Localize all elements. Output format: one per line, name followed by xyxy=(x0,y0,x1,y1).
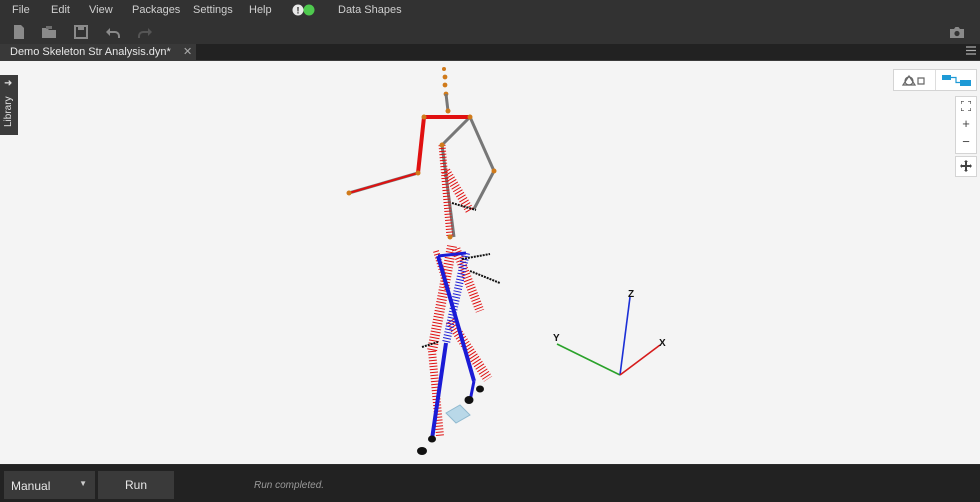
tab-bar: Demo Skeleton Str Analysis.dyn* ✕ xyxy=(0,44,980,61)
axis-label-z: Z xyxy=(628,289,635,300)
menu-view[interactable]: View xyxy=(89,4,113,16)
hamburger-menu-icon[interactable] xyxy=(966,46,976,58)
run-mode-dropdown[interactable]: Manual ▼ xyxy=(4,471,95,499)
arrow-right-icon: ➜ xyxy=(4,78,13,89)
redo-icon[interactable] xyxy=(136,23,154,41)
geometry-preview xyxy=(346,67,661,455)
skeleton-head xyxy=(442,67,449,97)
graph-view-icon[interactable] xyxy=(935,70,977,90)
ground-plane-patch xyxy=(445,404,471,424)
undo-icon[interactable] xyxy=(104,23,122,41)
svg-text:!: ! xyxy=(297,6,300,16)
pan-icon[interactable] xyxy=(956,157,976,175)
geometry-view-icon[interactable] xyxy=(894,70,935,90)
menu-file[interactable]: File xyxy=(12,4,30,16)
skeleton-feet xyxy=(417,385,484,455)
new-file-icon[interactable] xyxy=(10,23,28,41)
menu-help[interactable]: Help xyxy=(249,4,272,16)
view-mode-toggle xyxy=(893,69,977,91)
caret-down-icon: ▼ xyxy=(79,479,87,488)
save-icon[interactable] xyxy=(72,23,90,41)
menu-bar: File Edit View Packages Settings Help ! … xyxy=(0,0,980,20)
pan-control xyxy=(955,156,977,177)
background-3d-preview[interactable]: Y Z X ➜ Library + − xyxy=(0,61,980,464)
tab-demo-skeleton[interactable]: Demo Skeleton Str Analysis.dyn* ✕ xyxy=(0,44,196,60)
notification-status-icon[interactable]: ! xyxy=(292,4,316,19)
library-toggle[interactable]: ➜ Library xyxy=(0,75,18,135)
zoom-in-icon[interactable]: + xyxy=(956,115,976,133)
run-status-text: Run completed. xyxy=(254,480,325,491)
menu-data-shapes[interactable]: Data Shapes xyxy=(338,4,402,16)
run-button[interactable]: Run xyxy=(98,471,174,499)
execution-bar: Manual ▼ Run Run completed. xyxy=(0,465,980,502)
zoom-out-icon[interactable]: − xyxy=(956,133,976,151)
menu-edit[interactable]: Edit xyxy=(51,4,70,16)
skeleton-grey-members xyxy=(348,93,496,238)
tab-title: Demo Skeleton Str Analysis.dyn* xyxy=(10,46,171,58)
fit-view-icon[interactable] xyxy=(956,97,976,115)
zoom-controls: + − xyxy=(955,96,977,154)
axis-label-x: X xyxy=(659,338,666,349)
camera-icon[interactable] xyxy=(948,23,966,41)
menu-packages[interactable]: Packages xyxy=(132,4,180,16)
menu-settings[interactable]: Settings xyxy=(193,4,233,16)
axis-label-y: Y xyxy=(553,333,560,344)
library-label: Library xyxy=(3,96,14,127)
run-mode-value: Manual xyxy=(11,479,51,493)
toolbar xyxy=(0,20,980,44)
axes-triad xyxy=(556,296,661,376)
close-icon[interactable]: ✕ xyxy=(183,45,192,58)
open-folder-icon[interactable] xyxy=(40,23,58,41)
